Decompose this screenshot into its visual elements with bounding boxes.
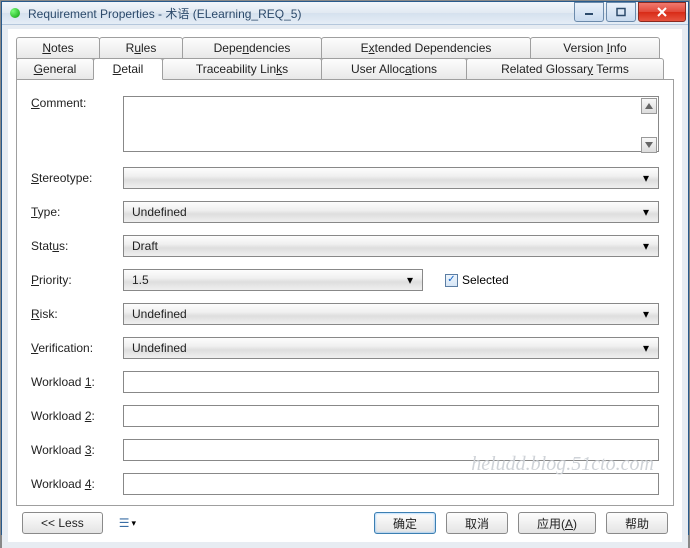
client-area: Notes Rules Dependencies Extended Depend… [2, 25, 688, 548]
stereotype-label: Stereotype: [31, 171, 111, 185]
workload1-input[interactable] [123, 371, 659, 393]
scroll-down-icon[interactable] [641, 137, 657, 153]
ok-button[interactable]: 确定 [374, 512, 436, 534]
workload4-label: Workload 4: [31, 477, 111, 491]
risk-label: Risk: [31, 307, 111, 321]
tabs-row-1: Notes Rules Dependencies Extended Depend… [16, 37, 674, 59]
stereotype-combo[interactable]: ▾ [123, 167, 659, 189]
scroll-up-icon[interactable] [641, 98, 657, 114]
minimize-button[interactable] [574, 2, 604, 22]
tab-general[interactable]: General [16, 58, 94, 80]
maximize-button[interactable] [606, 2, 636, 22]
menu-dropdown-button[interactable]: ☰ ▾ [113, 512, 142, 534]
list-icon: ☰ [119, 516, 130, 530]
titlebar: Requirement Properties - 术语 (ELearning_R… [2, 2, 688, 25]
dialog-footer: << Less ☰ ▾ 确定 取消 应用(A) 帮助 [16, 506, 674, 536]
workload2-label: Workload 2: [31, 409, 111, 423]
close-button[interactable] [638, 2, 686, 22]
app-icon [10, 8, 20, 18]
chevron-down-icon: ▾ [638, 171, 654, 185]
chevron-down-icon: ▾ [638, 341, 654, 355]
tab-user-allocations[interactable]: User Allocations [321, 58, 467, 80]
workload3-input[interactable] [123, 439, 659, 461]
workload4-input[interactable] [123, 473, 659, 495]
tab-notes[interactable]: Notes [16, 37, 100, 59]
workload2-input[interactable] [123, 405, 659, 427]
comment-label: Comment: [31, 96, 111, 110]
help-button[interactable]: 帮助 [606, 512, 668, 534]
chevron-down-icon: ▾ [638, 205, 654, 219]
tab-extended-dependencies[interactable]: Extended Dependencies [321, 37, 531, 59]
chevron-down-icon: ▾ [638, 307, 654, 321]
chevron-down-icon: ▾ [402, 273, 418, 287]
tabs-row-2: General Detail Traceability Links User A… [16, 58, 674, 80]
verification-label: Verification: [31, 341, 111, 355]
chevron-down-icon: ▾ [131, 518, 136, 529]
app-window: Requirement Properties - 术语 (ELearning_R… [1, 1, 689, 535]
cancel-button[interactable]: 取消 [446, 512, 508, 534]
tab-dependencies[interactable]: Dependencies [182, 37, 322, 59]
tab-detail[interactable]: Detail [93, 58, 163, 80]
selected-label: Selected [462, 273, 509, 287]
priority-combo[interactable]: 1.5▾ [123, 269, 423, 291]
window-controls [572, 2, 686, 24]
chevron-down-icon: ▾ [638, 239, 654, 253]
type-label: Type: [31, 205, 111, 219]
less-button[interactable]: << Less [22, 512, 103, 534]
tab-traceability-links[interactable]: Traceability Links [162, 58, 322, 80]
priority-label: Priority: [31, 273, 111, 287]
risk-combo[interactable]: Undefined▾ [123, 303, 659, 325]
type-combo[interactable]: Undefined▾ [123, 201, 659, 223]
status-combo[interactable]: Draft▾ [123, 235, 659, 257]
workload1-label: Workload 1: [31, 375, 111, 389]
tab-related-glossary-terms[interactable]: Related Glossary Terms [466, 58, 664, 80]
selected-checkbox[interactable]: ✓ Selected [445, 273, 509, 287]
apply-button[interactable]: 应用(A) [518, 512, 596, 534]
check-icon: ✓ [445, 274, 458, 287]
window-title: Requirement Properties - 术语 (ELearning_R… [28, 5, 572, 22]
tab-version-info[interactable]: Version Info [530, 37, 660, 59]
comment-textarea[interactable] [123, 96, 659, 152]
verification-combo[interactable]: Undefined▾ [123, 337, 659, 359]
tab-rules[interactable]: Rules [99, 37, 183, 59]
workload3-label: Workload 3: [31, 443, 111, 457]
detail-panel: Comment: Stereotype: ▾ Type: Undefined▾ … [16, 79, 674, 506]
status-label: Status: [31, 239, 111, 253]
